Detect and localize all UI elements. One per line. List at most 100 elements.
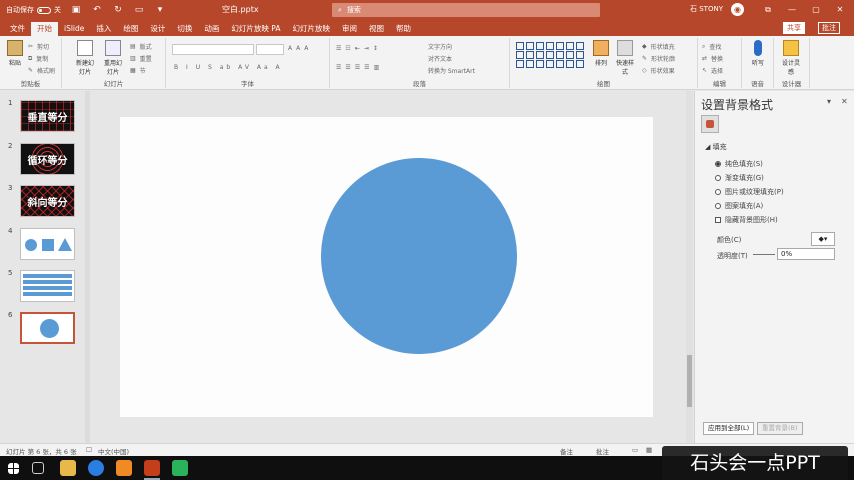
- task-view-icon[interactable]: [32, 462, 44, 474]
- shape-effects-button[interactable]: ◇ 形状效果: [642, 66, 675, 75]
- replace-button[interactable]: ⇄ 替换: [702, 54, 723, 63]
- comments-status-button[interactable]: 批注: [596, 446, 609, 456]
- slide-thumbnail-3[interactable]: 斜向等分: [20, 185, 75, 217]
- tab-design[interactable]: 设计: [144, 22, 171, 36]
- font-name-combo[interactable]: [172, 44, 254, 55]
- shape-icon[interactable]: [516, 60, 524, 68]
- tab-transitions[interactable]: 切换: [171, 22, 198, 36]
- pattern-fill-option[interactable]: 图案填充(A): [715, 201, 763, 211]
- select-button[interactable]: ↖ 选择: [702, 66, 723, 75]
- color-picker-button[interactable]: ◆▾: [811, 232, 835, 246]
- slide-thumbnail-4[interactable]: [20, 228, 75, 260]
- thumbnails-scrollbar[interactable]: [85, 91, 90, 443]
- cut-button[interactable]: ✂ 剪切: [28, 42, 49, 51]
- search-input[interactable]: ⌕ 搜索: [332, 3, 600, 17]
- tab-slideshow[interactable]: 幻灯片放映: [286, 22, 336, 36]
- design-ideas-button[interactable]: 设计灵感: [780, 40, 802, 76]
- shape-icon[interactable]: [546, 42, 554, 50]
- reset-background-button[interactable]: 重置背景(B): [757, 422, 803, 435]
- format-painter-button[interactable]: ✎ 格式刷: [28, 66, 55, 75]
- save-icon[interactable]: ▣: [70, 5, 82, 15]
- smartart-button[interactable]: 转换为 SmartArt: [428, 66, 475, 75]
- font-size-combo[interactable]: [256, 44, 284, 55]
- shape-icon[interactable]: [536, 51, 544, 59]
- shape-icon[interactable]: [576, 42, 584, 50]
- section-button[interactable]: ▦ 节: [130, 66, 146, 75]
- solid-fill-option[interactable]: 纯色填充(S): [715, 159, 763, 169]
- list-buttons[interactable]: ☰ ☷ ⇤ ⇥ ↕: [336, 45, 378, 52]
- user-name[interactable]: 石 STONY: [690, 4, 723, 14]
- hide-background-graphics-checkbox[interactable]: 隐藏背景图形(H): [715, 215, 778, 225]
- sorter-view-icon[interactable]: ▦: [646, 446, 652, 454]
- close-icon[interactable]: ✕: [841, 97, 848, 106]
- shape-icon[interactable]: [576, 60, 584, 68]
- transparency-slider[interactable]: [753, 254, 775, 255]
- present-icon[interactable]: ▭: [133, 5, 145, 15]
- redo-icon[interactable]: ↻: [112, 5, 124, 15]
- copy-button[interactable]: ⧉ 复制: [28, 54, 48, 64]
- gradient-fill-option[interactable]: 渐变填充(G): [715, 173, 764, 183]
- new-slide-button[interactable]: 新建幻灯片: [74, 40, 96, 76]
- shape-icon[interactable]: [546, 51, 554, 59]
- shape-icon[interactable]: [566, 60, 574, 68]
- shape-icon[interactable]: [556, 51, 564, 59]
- slide-scrollbar[interactable]: [686, 91, 693, 443]
- fill-section-header[interactable]: ◢ 填充: [705, 142, 727, 152]
- tab-review[interactable]: 审阅: [336, 22, 363, 36]
- current-slide[interactable]: [120, 117, 653, 417]
- align-text-button[interactable]: 对齐文本: [428, 54, 452, 63]
- reuse-slides-button[interactable]: 重用幻灯片: [102, 40, 124, 76]
- shape-icon[interactable]: [556, 60, 564, 68]
- shape-icon[interactable]: [556, 42, 564, 50]
- quick-styles-button[interactable]: 快速样式: [614, 40, 636, 76]
- tab-draw[interactable]: 绘图: [117, 22, 144, 36]
- pane-options-icon[interactable]: ▾: [827, 97, 831, 106]
- font-style-buttons[interactable]: B I U S ab AV Aa A: [174, 64, 283, 71]
- tab-home[interactable]: 开始: [31, 22, 58, 36]
- spellcheck-icon[interactable]: ☐: [86, 446, 92, 454]
- fill-tab-icon[interactable]: [701, 115, 719, 133]
- font-size-buttons[interactable]: AAA: [288, 45, 308, 52]
- transparency-input[interactable]: 0%: [777, 248, 835, 260]
- avatar[interactable]: ◉: [731, 3, 744, 16]
- dictate-button[interactable]: 听写: [747, 40, 769, 67]
- shapes-gallery[interactable]: [516, 42, 584, 68]
- shape-fill-button[interactable]: ◆ 形状填充: [642, 42, 675, 51]
- tab-file[interactable]: 文件: [4, 22, 31, 36]
- apply-to-all-button[interactable]: 应用到全部(L): [703, 422, 755, 435]
- notes-button[interactable]: 备注: [560, 446, 573, 456]
- slide-thumbnail-6[interactable]: [20, 312, 75, 344]
- align-buttons[interactable]: ☰ ☰ ☰ ☰ ▥: [336, 64, 379, 71]
- tab-view[interactable]: 视图: [363, 22, 390, 36]
- shape-icon[interactable]: [526, 51, 534, 59]
- slide-thumbnail-1[interactable]: 垂直等分: [20, 100, 75, 132]
- undo-icon[interactable]: ↶: [91, 5, 103, 15]
- find-button[interactable]: ⌕ 查找: [702, 42, 721, 52]
- windows-start-icon[interactable]: [8, 463, 19, 474]
- autosave-toggle[interactable]: 自动保存 关: [6, 5, 61, 15]
- maximize-icon[interactable]: ▢: [804, 0, 828, 20]
- layout-button[interactable]: ▤ 版式: [130, 42, 152, 51]
- paste-button[interactable]: 粘贴: [4, 40, 26, 67]
- shape-icon[interactable]: [526, 60, 534, 68]
- comments-button[interactable]: 批注: [818, 22, 840, 34]
- app-icon[interactable]: [116, 460, 132, 476]
- shape-icon[interactable]: [566, 42, 574, 50]
- ribbon-display-icon[interactable]: ⧉: [756, 0, 780, 20]
- share-button[interactable]: 共享: [783, 22, 805, 34]
- tab-islide[interactable]: iSlide: [58, 22, 90, 36]
- reset-button[interactable]: ▥ 重置: [130, 54, 152, 63]
- tab-slideshow-pa[interactable]: 幻灯片放映 PA: [225, 22, 286, 36]
- powerpoint-icon[interactable]: [144, 460, 160, 476]
- slide-thumbnail-2[interactable]: 循环等分: [20, 143, 75, 175]
- language-indicator[interactable]: 中文(中国): [98, 446, 129, 456]
- picture-fill-option[interactable]: 图片或纹理填充(P): [715, 187, 784, 197]
- slide-thumbnail-5[interactable]: [20, 270, 75, 302]
- text-direction-button[interactable]: 文字方向: [428, 42, 452, 51]
- normal-view-icon[interactable]: ▭: [632, 446, 638, 454]
- shape-icon[interactable]: [526, 42, 534, 50]
- shape-icon[interactable]: [536, 42, 544, 50]
- shape-icon[interactable]: [516, 42, 524, 50]
- shape-outline-button[interactable]: ✎ 形状轮廓: [642, 54, 675, 63]
- minimize-icon[interactable]: —: [780, 0, 804, 20]
